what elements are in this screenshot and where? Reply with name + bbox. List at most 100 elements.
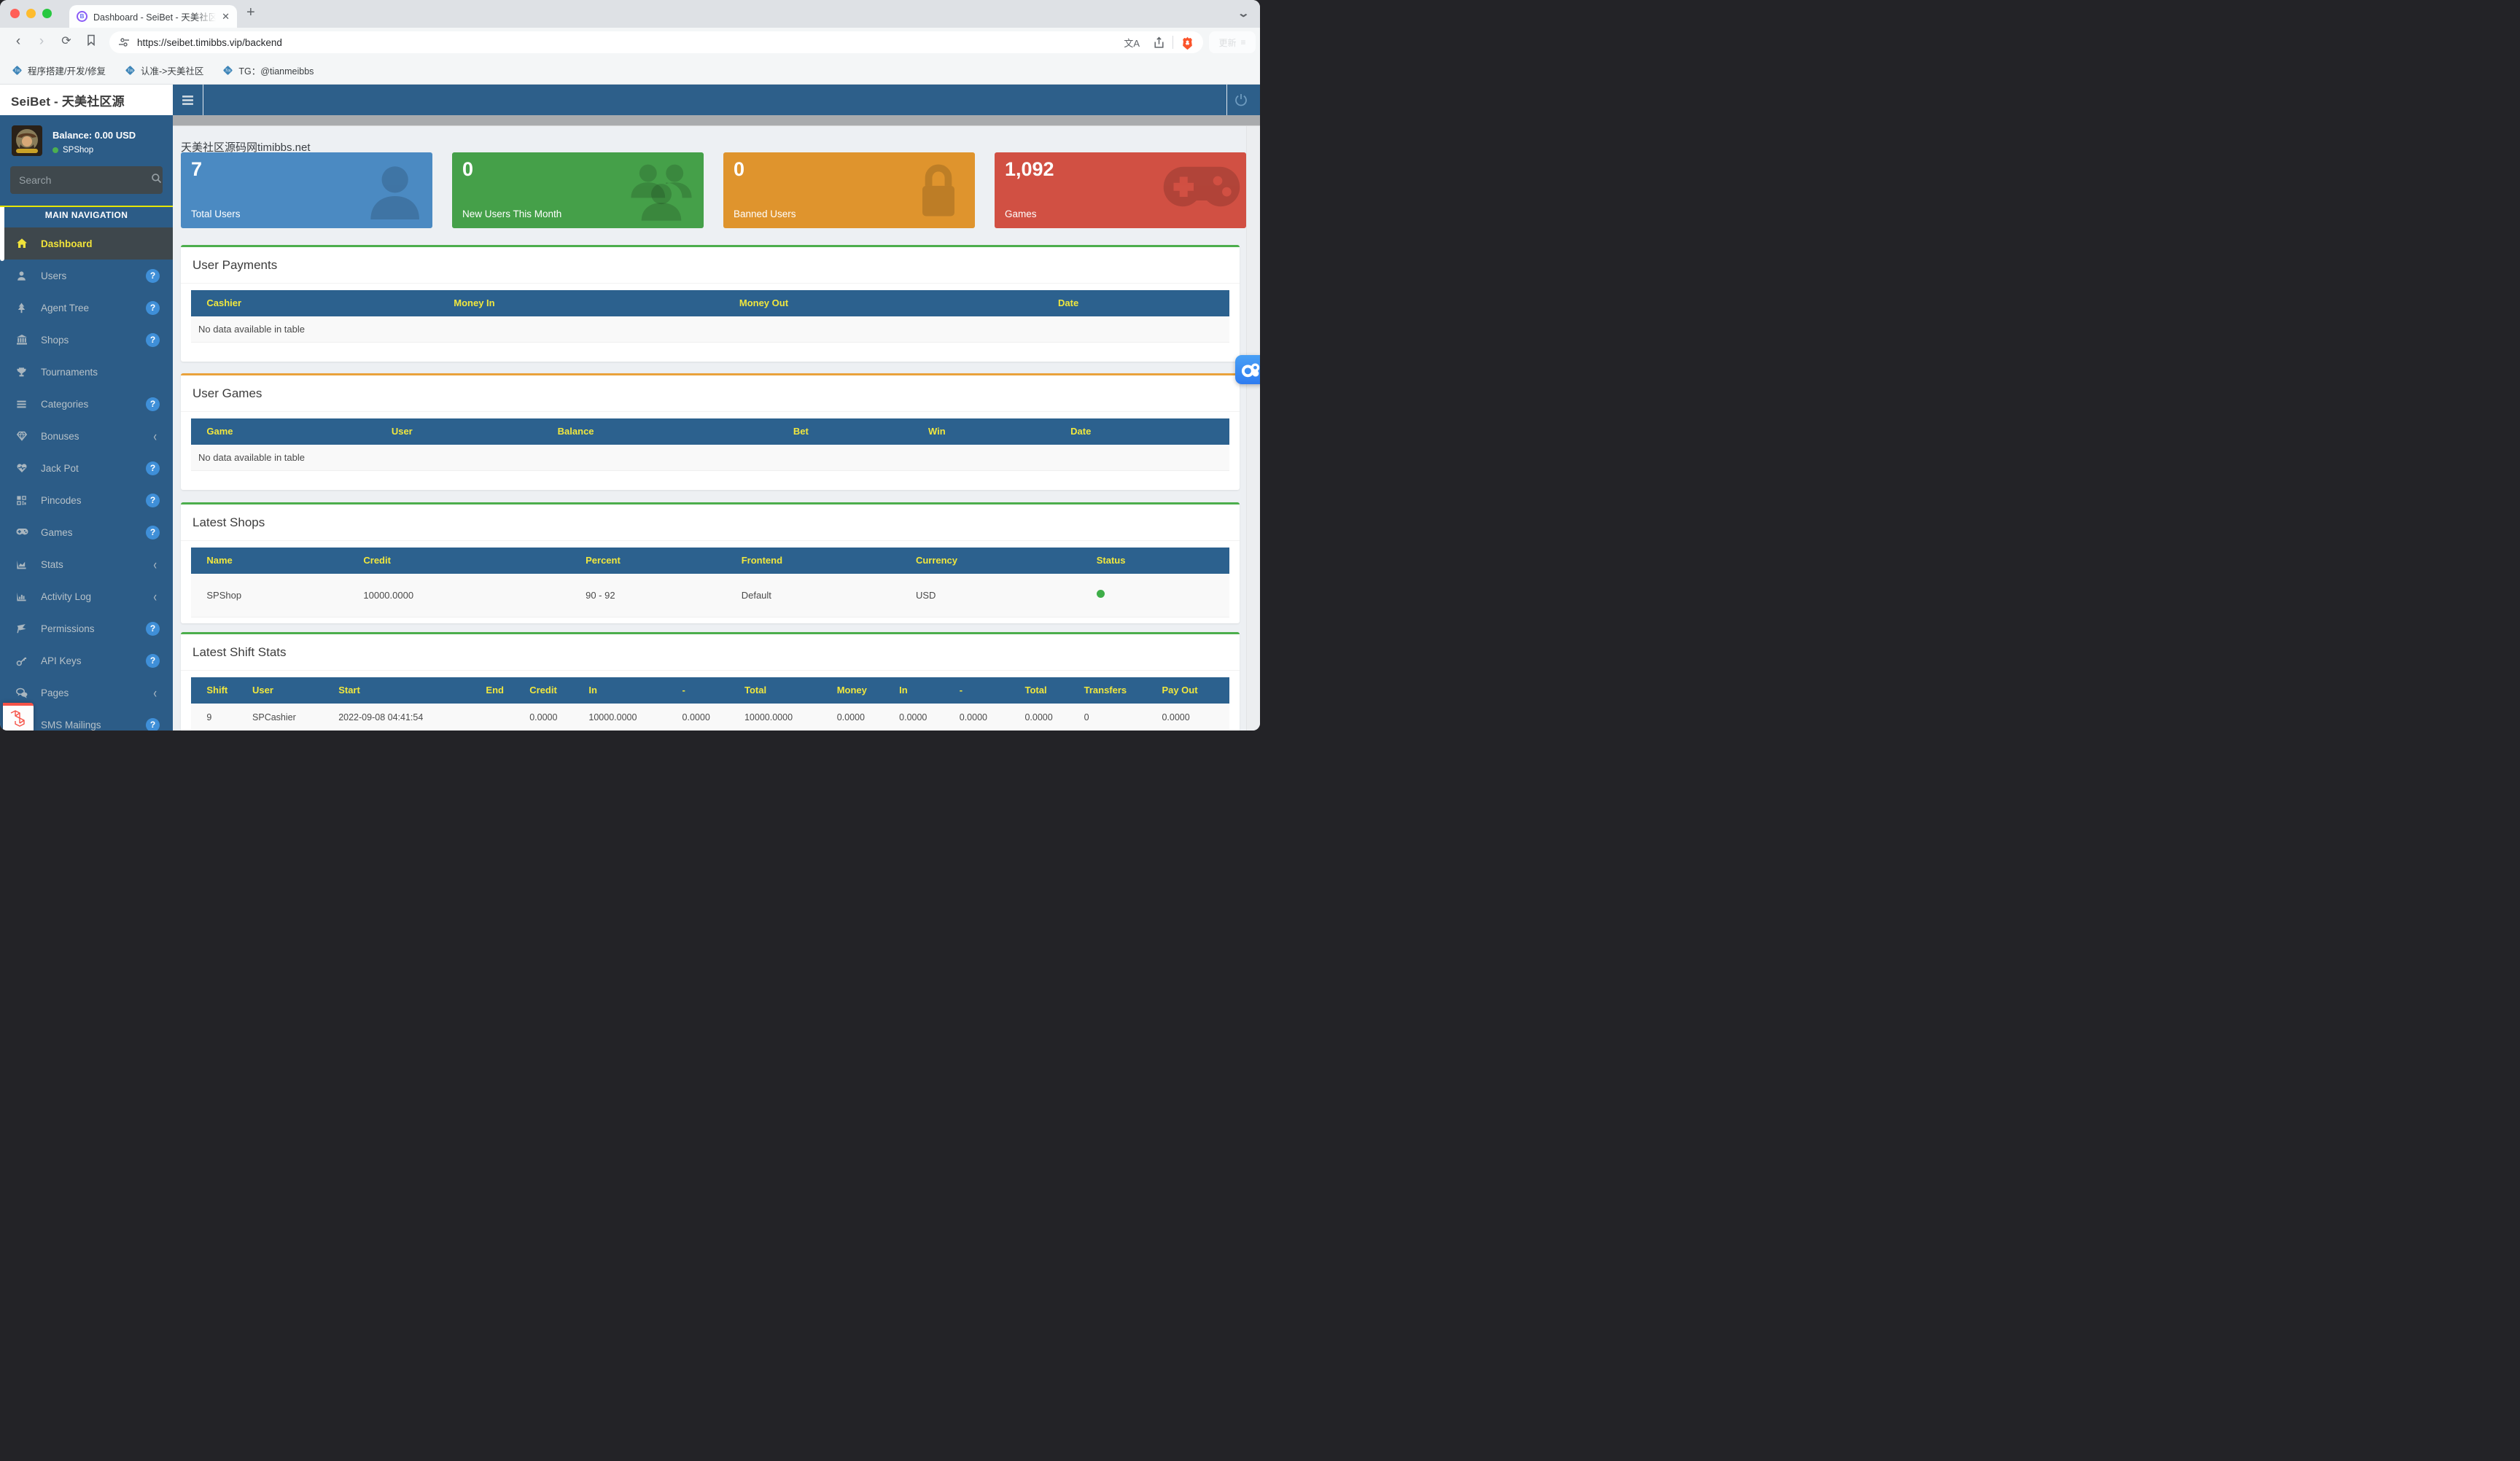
column-header[interactable]: Transfers [1084,685,1127,696]
help-badge[interactable]: ? [146,301,160,315]
share-icon[interactable] [1153,36,1165,49]
column-header[interactable]: Balance [558,426,594,437]
new-tab-button[interactable]: + [246,4,255,21]
column-header[interactable]: Frontend [742,555,782,566]
site-settings-icon[interactable] [118,36,130,48]
sidebar-item-dashboard[interactable]: Dashboard [0,227,173,260]
horizontal-scrollbar[interactable] [173,115,1260,126]
column-header[interactable]: Credit [363,555,391,566]
reload-button[interactable]: ⟳ [58,34,74,50]
shop-link[interactable]: SPShop [206,590,241,601]
url-text[interactable]: https://seibet.timibbs.vip/backend [137,37,1124,48]
baidu-netdisk-badge[interactable] [1235,355,1260,384]
column-header[interactable]: Money [837,685,867,696]
sidebar-item-jack-pot[interactable]: Jack Pot? [0,452,173,484]
column-header[interactable]: In [899,685,908,696]
column-header[interactable]: Money Out [739,297,788,308]
help-badge[interactable]: ? [146,333,160,347]
column-header[interactable]: Status [1097,555,1126,566]
brave-shield-icon[interactable] [1181,36,1194,50]
sidebar-item-label: Pincodes [41,495,82,506]
column-header[interactable]: Shift [206,685,228,696]
logout-power-icon[interactable] [1226,85,1254,115]
help-badge[interactable]: ? [146,622,160,636]
heartbeat-icon [16,462,29,474]
sidebar-item-bonuses[interactable]: Bonuses‹ [0,420,173,452]
help-badge[interactable]: ? [146,526,160,539]
sidebar-item-permissions[interactable]: Permissions? [0,612,173,644]
table-cell: 10000.0000 [363,590,413,601]
help-badge[interactable]: ? [146,718,160,731]
bookmark-icon[interactable] [83,34,99,50]
table-header-row: Cashier Money In Money Out Date [191,290,1229,316]
column-header[interactable]: Win [928,426,946,437]
maximize-window-button[interactable] [42,9,52,18]
sidebar-toggle-icon[interactable] [173,85,203,115]
update-button[interactable]: 更新 ≡ [1209,31,1256,53]
column-header[interactable]: Total [744,685,766,696]
help-badge[interactable]: ? [146,494,160,507]
bookmark-item[interactable]: Tm认准->天美社区 [125,63,203,77]
translate-icon[interactable]: 文A [1124,36,1140,50]
column-header[interactable]: Name [206,555,232,566]
column-header[interactable]: Pay Out [1162,685,1197,696]
search-icon[interactable] [151,173,162,187]
sidebar-item-pincodes[interactable]: Pincodes? [0,484,173,516]
sidebar-item-games[interactable]: Games? [0,516,173,548]
column-header[interactable]: Percent [586,555,621,566]
back-button[interactable]: ‹ [10,34,26,50]
column-header[interactable]: In [588,685,597,696]
column-header[interactable]: Credit [529,685,557,696]
bookmark-item[interactable]: Tm程序搭建/开发/修复 [12,63,106,77]
sidebar-item-stats[interactable]: Stats‹ [0,548,173,580]
app-logo[interactable]: SeiBet - 天美社区源 [0,85,173,115]
sidebar-item-categories[interactable]: Categories? [0,388,173,420]
panel-latest-shops: Latest ShopsNameCreditPercentFrontendCur… [181,502,1240,623]
sidebar-item-shops[interactable]: Shops? [0,324,173,356]
sidebar-item-agent-tree[interactable]: Agent Tree? [0,292,173,324]
sidebar-scrollbar-thumb[interactable] [0,207,4,261]
column-header[interactable]: - [960,685,962,696]
table-cell: 0.0000 [899,712,927,722]
balance-text: Balance: 0.00 USD [52,130,136,141]
column-header[interactable]: Total [1024,685,1046,696]
column-header[interactable]: - [682,685,685,696]
laravel-debug-badge[interactable] [3,703,34,730]
address-bar[interactable]: https://seibet.timibbs.vip/backend 文A [109,31,1203,53]
help-badge[interactable]: ? [146,397,160,411]
sidebar-item-activity-log[interactable]: Activity Log‹ [0,580,173,612]
column-header[interactable]: Cashier [206,297,241,308]
vertical-scrollbar-track[interactable] [1246,126,1260,730]
search-input[interactable] [19,174,151,186]
column-header[interactable]: End [486,685,504,696]
table-cell: 0.0000 [837,712,865,722]
column-header[interactable]: Currency [916,555,957,566]
column-header[interactable]: Start [338,685,360,696]
sidebar-item-label: Games [41,527,73,538]
close-window-button[interactable] [10,9,20,18]
search-box[interactable] [10,166,163,194]
column-header[interactable]: User [392,426,413,437]
column-header[interactable]: Date [1058,297,1078,308]
help-badge[interactable]: ? [146,461,160,475]
column-header[interactable]: Date [1070,426,1091,437]
column-header[interactable]: User [252,685,273,696]
sidebar-item-users[interactable]: Users? [0,260,173,292]
column-header[interactable]: Bet [793,426,809,437]
column-header[interactable]: Game [206,426,233,437]
table-row: SPShop10000.000090 - 92DefaultUSD [191,574,1229,617]
flag-icon [16,623,29,634]
forward-button[interactable]: › [34,34,50,50]
help-badge[interactable]: ? [146,269,160,283]
bookmark-item[interactable]: TmTG：@tianmeibbs [222,63,314,77]
browser-tab[interactable]: B Dashboard - SeiBet - 天美社区 ✕ [69,5,237,28]
column-header[interactable]: Money In [454,297,494,308]
sidebar-item-tournaments[interactable]: Tournaments [0,356,173,388]
minimize-window-button[interactable] [26,9,36,18]
help-badge[interactable]: ? [146,654,160,668]
tab-search-chevron-icon[interactable]: ⌄ [1237,7,1251,20]
info-box-new-users-this-month: 0New Users This Month [452,152,704,228]
tab-close-icon[interactable]: ✕ [222,11,230,23]
sidebar-item-api-keys[interactable]: API Keys? [0,644,173,677]
panel-latest-shift-stats: Latest Shift StatsShiftUserStartEndCredi… [181,632,1240,730]
